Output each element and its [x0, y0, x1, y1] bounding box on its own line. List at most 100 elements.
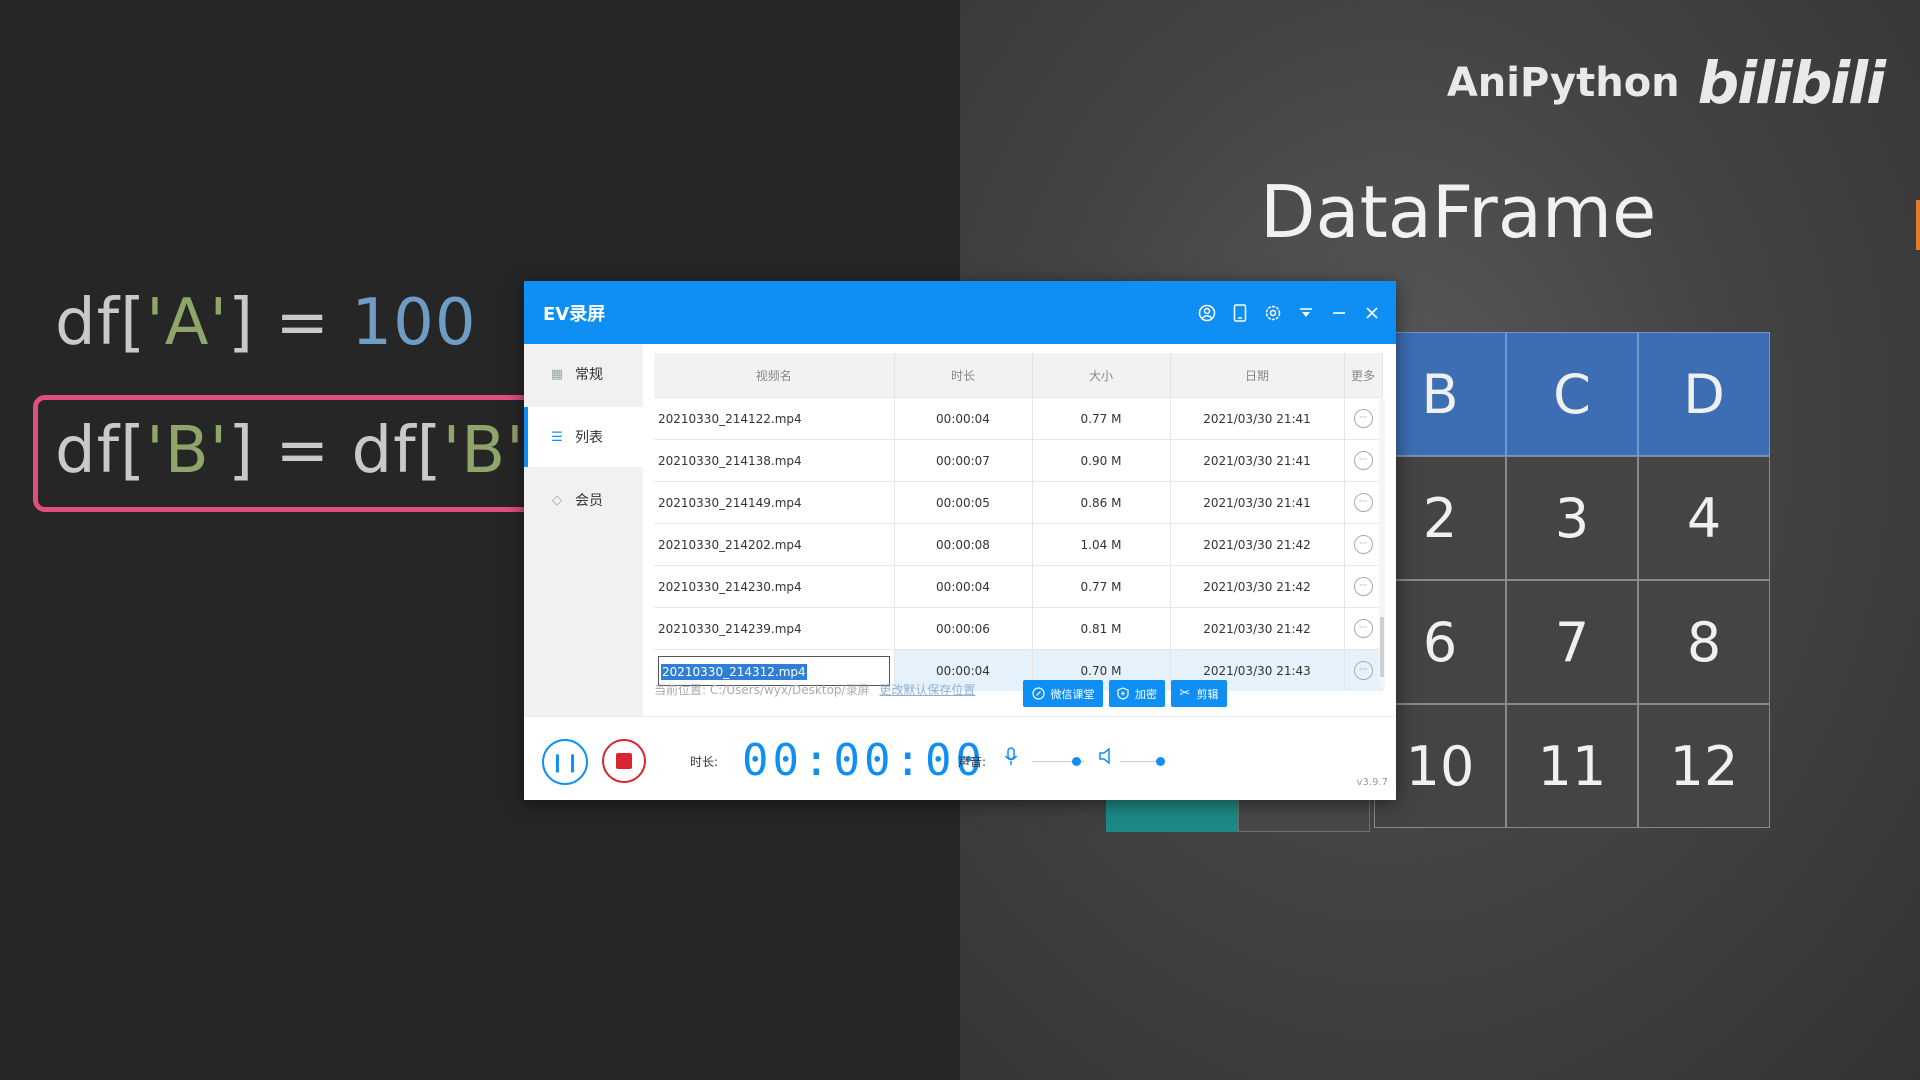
- user-icon[interactable]: [1194, 300, 1219, 325]
- speaker-icon[interactable]: [1098, 747, 1114, 769]
- more-cell: ···: [1344, 565, 1383, 608]
- table-row[interactable]: 20210330_214202.mp4 00:00:08 1.04 M 2021/03…: [654, 523, 1383, 566]
- more-options-icon[interactable]: ···: [1353, 451, 1373, 470]
- close-icon[interactable]: [1359, 300, 1384, 325]
- titlebar-controls: [1194, 281, 1384, 344]
- more-cell: ···: [1344, 481, 1383, 524]
- more-cell: ···: [1344, 397, 1383, 440]
- date-cell: 2021/03/30 21:41: [1170, 397, 1345, 440]
- size-cell: 0.77 M: [1032, 565, 1171, 608]
- button-label: 剪辑: [1196, 687, 1219, 701]
- file-name-cell: 20210330_214239.mp4: [654, 607, 895, 650]
- size-cell: 1.04 M: [1032, 523, 1171, 566]
- more-cell: ···: [1344, 439, 1383, 482]
- path-value: C:/Users/wyx/Desktop/录屏: [709, 683, 870, 697]
- path-label: 当前位置:: [654, 683, 707, 697]
- more-options-icon[interactable]: ···: [1353, 619, 1373, 638]
- sidebar-item-list[interactable]: ☰ 列表: [524, 407, 643, 467]
- dropdown-icon[interactable]: [1293, 300, 1318, 325]
- settings-icon[interactable]: [1260, 300, 1285, 325]
- file-name-cell: 20210330_214138.mp4: [654, 439, 895, 482]
- table-row[interactable]: 20210330_214230.mp4 00:00:04 0.77 M 2021/03…: [654, 565, 1383, 608]
- table-row[interactable]: 20210330_214239.mp4 00:00:06 0.81 M 2021/03…: [654, 607, 1383, 650]
- duration-timer: 00:00:00: [742, 735, 986, 786]
- duration-cell: 00:00:04: [894, 565, 1033, 608]
- brand-name: AniPython: [1446, 60, 1680, 106]
- table-scrollbar[interactable]: [1379, 397, 1385, 687]
- version-label: v3.9.7: [1356, 777, 1388, 788]
- ev-recorder-window: EV录屏 ▦ 常规 ☰ 列表 ◇ 会员 视频名 时长 大小 日期 更多 2021…: [524, 281, 1396, 800]
- more-cell: ···: [1344, 523, 1383, 566]
- list-icon: ☰: [551, 429, 563, 445]
- slider-knob[interactable]: [1155, 757, 1165, 766]
- stop-icon: [616, 753, 632, 769]
- duration-cell: 00:00:05: [894, 481, 1033, 524]
- file-name-cell: 20210330_214149.mp4: [654, 481, 895, 524]
- stop-button[interactable]: [602, 739, 646, 783]
- more-cell: ···: [1344, 607, 1383, 650]
- column-header-more: 更多: [1344, 353, 1383, 398]
- sidebar-item-general[interactable]: ▦ 常规: [524, 344, 643, 404]
- pause-icon: ❙❙: [549, 751, 581, 773]
- encrypt-button[interactable]: 加密: [1109, 680, 1165, 707]
- column-header-size[interactable]: 大小: [1032, 353, 1171, 398]
- volume-label: 声音:: [958, 755, 987, 769]
- scrollbar-thumb[interactable]: [1380, 617, 1384, 677]
- column-header-duration[interactable]: 时长: [894, 353, 1033, 398]
- file-name-cell: 20210330_214122.mp4: [654, 397, 895, 440]
- more-options-icon[interactable]: ···: [1353, 409, 1373, 428]
- recording-controls: ❙❙ 时长: 00:00:00 声音: v3.9.7: [524, 716, 1396, 800]
- minimize-icon[interactable]: [1326, 300, 1351, 325]
- dataframe-cell: 4: [1638, 456, 1770, 580]
- mic-volume-slider[interactable]: [1032, 757, 1084, 766]
- date-cell: 2021/03/30 21:41: [1170, 481, 1345, 524]
- dataframe-header-cell: C: [1506, 332, 1638, 456]
- duration-cell: 00:00:07: [894, 439, 1033, 482]
- size-cell: 0.77 M: [1032, 397, 1171, 440]
- selected-text: 20210330_214312.mp4: [661, 663, 807, 680]
- phone-icon[interactable]: [1227, 300, 1252, 325]
- button-label: 加密: [1135, 687, 1157, 701]
- more-options-icon[interactable]: ···: [1353, 535, 1373, 554]
- table-row[interactable]: 20210330_214122.mp4 00:00:04 0.77 M 2021/03…: [654, 397, 1383, 440]
- sidebar-item-vip[interactable]: ◇ 会员: [524, 470, 643, 530]
- titlebar: EV录屏: [524, 281, 1396, 344]
- table-row[interactable]: 20210330_214149.mp4 00:00:05 0.86 M 2021/03…: [654, 481, 1383, 524]
- duration-label: 时长:: [690, 755, 719, 769]
- microphone-icon[interactable]: [1004, 747, 1018, 772]
- code-line-1: df['A'] = 100: [55, 286, 477, 360]
- duration-cell: 00:00:06: [894, 607, 1033, 650]
- app-title: EV录屏: [543, 304, 606, 325]
- shield-icon: [1117, 687, 1129, 700]
- column-header-name[interactable]: 视频名: [654, 353, 895, 398]
- column-header-date[interactable]: 日期: [1170, 353, 1345, 398]
- file-name-cell: 20210330_214202.mp4: [654, 523, 895, 566]
- more-cell: ···: [1344, 649, 1383, 691]
- duration-cell: 00:00:04: [894, 397, 1033, 440]
- speaker-volume-slider[interactable]: [1120, 757, 1165, 766]
- sidebar-item-label: 会员: [575, 493, 603, 509]
- dataframe-cell: 7: [1506, 580, 1638, 704]
- more-options-icon[interactable]: ···: [1353, 577, 1373, 596]
- wechat-class-button[interactable]: 微信课堂: [1023, 680, 1103, 707]
- sidebar-item-label: 列表: [575, 430, 603, 446]
- more-options-icon[interactable]: ···: [1353, 661, 1373, 680]
- dataframe-header-cell: D: [1638, 332, 1770, 456]
- scroll-indicator: [1916, 200, 1920, 250]
- scissors-icon: ✂: [1179, 686, 1191, 701]
- cut-button[interactable]: ✂ 剪辑: [1171, 680, 1227, 707]
- sidebar-item-label: 常规: [575, 367, 603, 383]
- slider-knob[interactable]: [1072, 757, 1082, 766]
- date-cell: 2021/03/30 21:42: [1170, 607, 1345, 650]
- grid-icon: ▦: [550, 366, 564, 382]
- change-path-link[interactable]: 更改默认保存位置: [879, 683, 975, 697]
- size-cell: 0.86 M: [1032, 481, 1171, 524]
- more-options-icon[interactable]: ···: [1353, 493, 1373, 512]
- diamond-icon: ◇: [552, 492, 562, 508]
- date-cell: 2021/03/30 21:42: [1170, 565, 1345, 608]
- dataframe-title: DataFrame: [1260, 170, 1657, 254]
- pause-button[interactable]: ❙❙: [542, 739, 588, 785]
- recordings-table: 视频名 时长 大小 日期 更多 20210330_214122.mp4 00:00…: [654, 353, 1383, 691]
- dataframe-cell: 8: [1638, 580, 1770, 704]
- table-row[interactable]: 20210330_214138.mp4 00:00:07 0.90 M 2021/03…: [654, 439, 1383, 482]
